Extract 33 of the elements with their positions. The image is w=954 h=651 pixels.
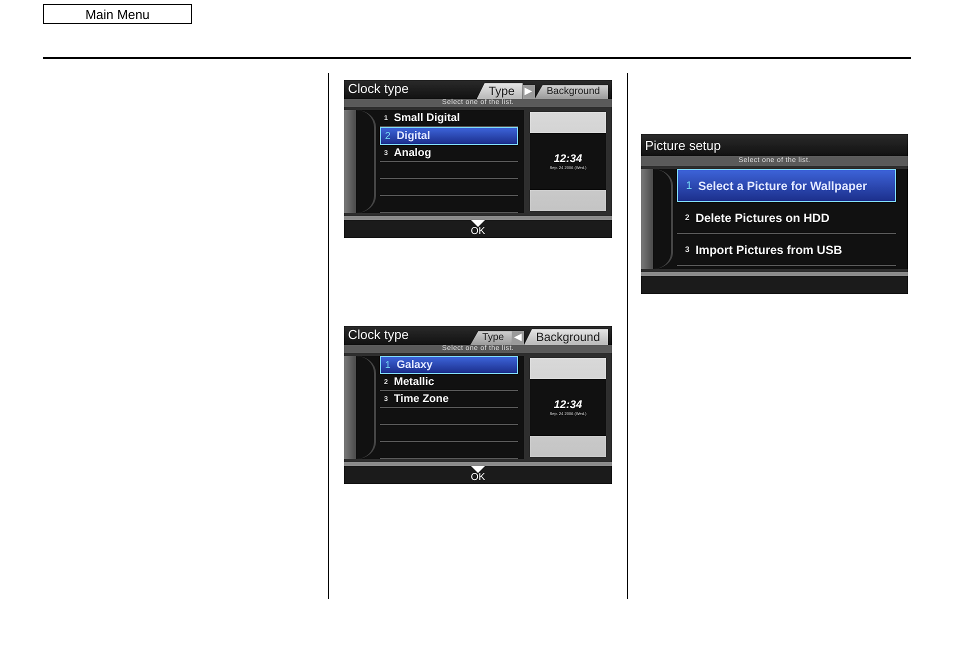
item-label: Galaxy [396,359,433,372]
tab[interactable]: Background [534,85,608,100]
screen-title: Clock type [348,327,409,344]
down-arrow-icon [470,466,485,473]
list-item[interactable]: 2 Digital [380,127,518,146]
item-number: 1 [686,180,692,192]
item-number: 2 [385,130,391,142]
ok-button[interactable]: OK [470,466,486,483]
list-item[interactable]: 1 Select a Picture for Wallpaper [677,169,896,202]
item-label: Import Pictures from USB [695,242,842,256]
down-arrow-icon [470,220,485,227]
tab[interactable]: Type [470,331,512,346]
list-item[interactable]: 1 Galaxy [380,356,518,374]
screen-title: Clock type [348,81,409,98]
item-label: Digital [396,130,430,142]
clock-time: 12:34 [554,399,582,412]
item-label: Metallic [394,376,434,388]
list-item[interactable]: 3 Import Pictures from USB [677,234,896,266]
screen-title: Picture setup [645,138,721,155]
item-label: Delete Pictures on HDD [695,210,830,224]
tab[interactable]: Type [476,83,523,100]
item-number: 1 [385,360,391,371]
item-label: Select a Picture for Wallpaper [698,178,868,192]
item-number: 3 [685,245,690,254]
list-item[interactable]: 2 Delete Pictures on HDD [677,202,896,234]
main-menu-button[interactable]: Main Menu [43,4,192,24]
ok-button[interactable]: OK [470,220,486,237]
item-number: 2 [685,213,690,222]
item-label: Analog [394,147,432,160]
item-label: Small Digital [394,112,460,124]
tab[interactable]: Background [524,329,608,346]
item-label: Time Zone [394,393,449,406]
clock-time: 12:34 [554,153,582,166]
